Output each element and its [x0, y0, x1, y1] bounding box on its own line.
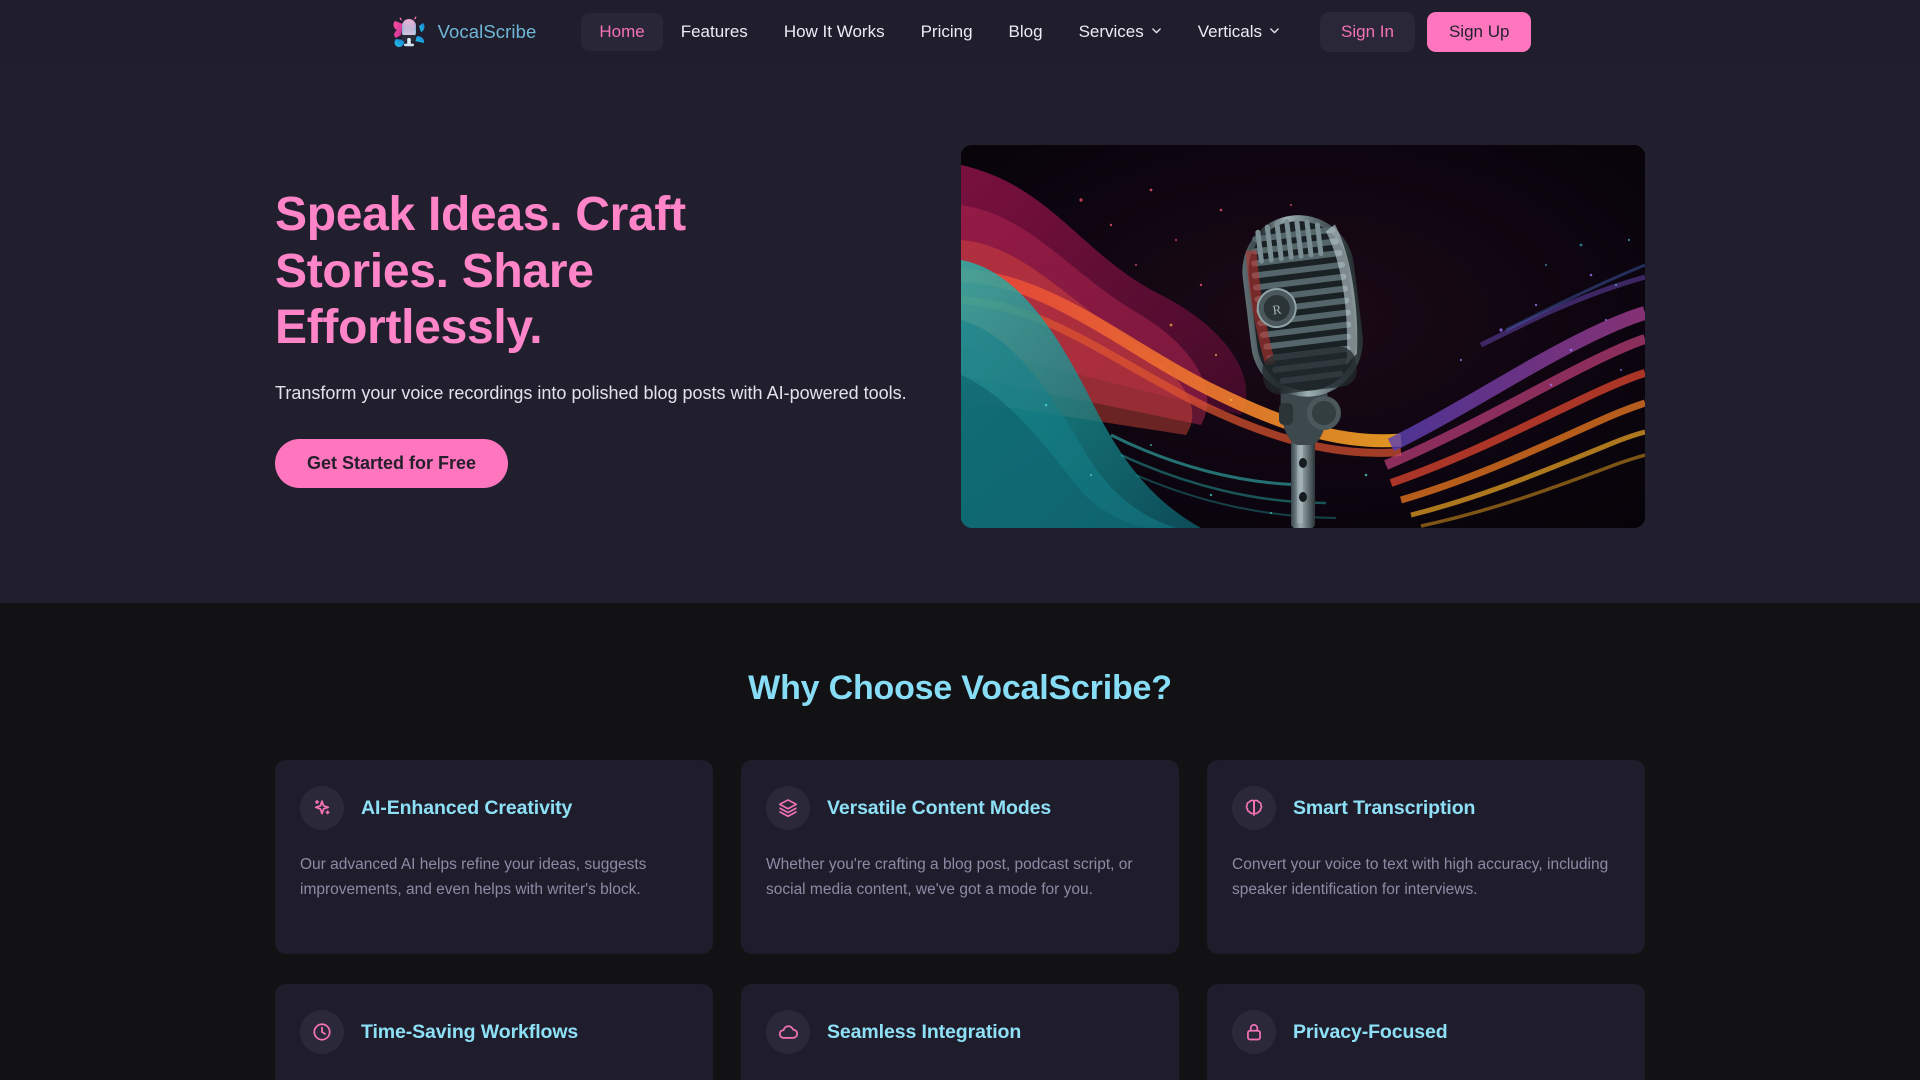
sign-up-button[interactable]: Sign Up	[1426, 11, 1532, 52]
feature-card-desc: Our advanced AI helps refine your ideas,…	[300, 856, 647, 899]
sparkles-icon	[300, 786, 344, 830]
feature-card-desc: Whether you're crafting a blog post, pod…	[766, 856, 1133, 899]
layers-icon	[766, 786, 810, 830]
clock-icon	[300, 1010, 344, 1054]
feature-card-grid: AI-Enhanced Creativity Our advanced AI h…	[275, 760, 1645, 1080]
nav-item-label: Verticals	[1197, 21, 1263, 41]
chevron-down-icon	[1151, 25, 1162, 36]
nav-item-pricing[interactable]: Pricing	[903, 13, 991, 51]
feature-card[interactable]: Versatile Content Modes Whether you're c…	[741, 760, 1179, 954]
hero-subtitle: Transform your voice recordings into pol…	[275, 382, 907, 403]
feature-card-title: Versatile Content Modes	[827, 796, 1052, 819]
hero-section: Speak Ideas. Craft Stories. Share Effort…	[0, 63, 1920, 603]
feature-card-title: Time-Saving Workflows	[361, 1020, 579, 1043]
sign-in-button[interactable]: Sign In	[1320, 11, 1415, 52]
nav-item-label: How It Works	[783, 21, 885, 41]
cloud-icon	[766, 1010, 810, 1054]
feature-card-title: Seamless Integration	[827, 1020, 1022, 1043]
feature-card[interactable]: AI-Enhanced Creativity Our advanced AI h…	[275, 760, 713, 954]
nav-item-label: Pricing	[920, 21, 973, 41]
feature-card[interactable]: Smart Transcription Convert your voice t…	[1207, 760, 1645, 954]
nav-item-label: Blog	[1008, 21, 1043, 41]
nav-item-label: Home	[599, 21, 645, 41]
nav-item-how-it-works[interactable]: How It Works	[766, 13, 903, 51]
nav-item-blog[interactable]: Blog	[991, 13, 1061, 51]
microphone-splash-logo-icon	[389, 12, 429, 52]
feature-card[interactable]: Time-Saving Workflows	[275, 984, 713, 1080]
nav-item-label: Services	[1078, 21, 1144, 41]
feature-card[interactable]: Seamless Integration	[741, 984, 1179, 1080]
hero-text-block: Speak Ideas. Craft Stories. Share Effort…	[275, 145, 935, 489]
nav-item-label: Features	[680, 21, 748, 41]
lock-icon	[1232, 1010, 1276, 1054]
hero-image: R	[961, 145, 1645, 528]
feature-card-title: Privacy-Focused	[1293, 1020, 1448, 1043]
chevron-down-icon	[1269, 25, 1280, 36]
feature-card-desc: Convert your voice to text with high acc…	[1232, 856, 1609, 899]
site-header: VocalScribe Home Features How It Works P…	[0, 0, 1920, 63]
feature-card-title: Smart Transcription	[1293, 796, 1476, 819]
nav-item-features[interactable]: Features	[663, 13, 766, 51]
feature-card-title: AI-Enhanced Creativity	[361, 796, 573, 819]
nav-item-verticals[interactable]: Verticals	[1180, 13, 1298, 51]
nav-item-services[interactable]: Services	[1061, 13, 1180, 51]
get-started-button[interactable]: Get Started for Free	[275, 439, 509, 489]
landing-page: VocalScribe Home Features How It Works P…	[0, 0, 1920, 1080]
brand-name: VocalScribe	[437, 20, 537, 42]
nav-item-home[interactable]: Home	[581, 12, 663, 51]
features-section: Why Choose VocalScribe? AI-Enhanced Crea…	[0, 603, 1920, 1080]
feature-card[interactable]: Privacy-Focused	[1207, 984, 1645, 1080]
auth-buttons: Sign In Sign Up	[1320, 11, 1532, 52]
hero-title: Speak Ideas. Craft Stories. Share Effort…	[275, 188, 686, 355]
brand-logo[interactable]: VocalScribe	[389, 12, 537, 52]
main-nav: Home Features How It Works Pricing Blog …	[581, 12, 1298, 51]
features-heading: Why Choose VocalScribe?	[748, 669, 1172, 707]
brain-icon	[1232, 786, 1276, 830]
